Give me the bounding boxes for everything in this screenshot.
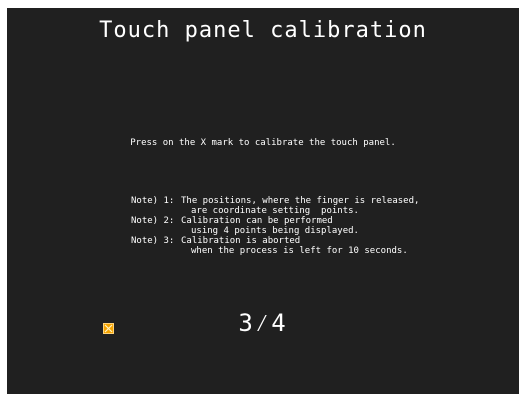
note-3: Note) 3: Calibration is aborted when the…: [131, 236, 419, 256]
note-text: Calibration can be performed: [181, 216, 333, 226]
note-text: when the process is left for 10 seconds.: [191, 246, 408, 256]
note-body: The positions, where the finger is relea…: [181, 196, 419, 216]
calibration-screen[interactable]: Touch panel calibration Press on the X m…: [7, 8, 519, 394]
note-prefix: Note) 2:: [131, 216, 175, 226]
note-text: The positions, where the finger is relea…: [181, 196, 420, 206]
note-body: Calibration is aborted when the process …: [181, 236, 408, 256]
notes-list: Note) 1: The positions, where the finger…: [131, 196, 419, 256]
note-body: Calibration can be performed using 4 poi…: [181, 216, 359, 236]
note-prefix: Note) 1:: [131, 196, 175, 206]
note-1: Note) 1: The positions, where the finger…: [131, 196, 419, 216]
calibration-progress: 3⁄4: [238, 309, 288, 337]
note-prefix: Note) 3:: [131, 236, 175, 246]
note-text: Calibration is aborted: [181, 236, 301, 246]
note-text: are coordinate setting points.: [191, 206, 359, 216]
note-text: using 4 points being displayed.: [191, 226, 359, 236]
note-2: Note) 2: Calibration can be performed us…: [131, 216, 419, 236]
page-title: Touch panel calibration: [99, 18, 427, 43]
calibration-instruction: Press on the X mark to calibrate the tou…: [130, 138, 396, 148]
